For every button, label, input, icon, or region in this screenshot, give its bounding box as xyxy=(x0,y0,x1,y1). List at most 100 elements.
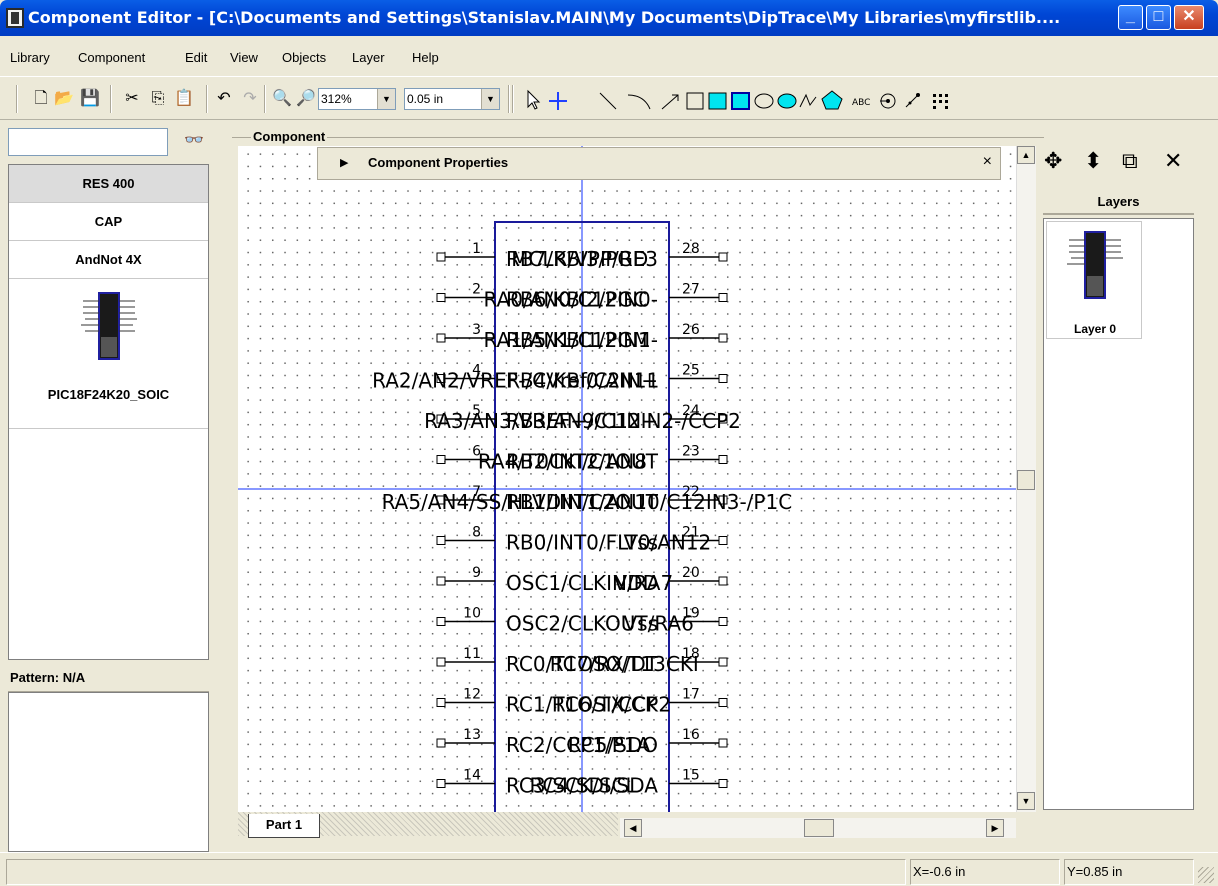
expand-triangle-icon[interactable]: ▶ xyxy=(340,156,348,169)
pin-right-26[interactable]: 26 RA1/AN1/C12IN1- xyxy=(483,322,728,352)
pin-end-marker xyxy=(718,455,728,464)
horizontal-scrollbar[interactable]: ◀ ▶ xyxy=(620,818,1016,838)
menu-component[interactable]: Component xyxy=(78,50,145,65)
scroll-thumb[interactable] xyxy=(1017,470,1035,490)
pin-left-8[interactable]: 8 RB0/INT0/FLT0/AN12 xyxy=(436,525,711,555)
component-properties-bar[interactable]: ▶ Component Properties × xyxy=(317,147,1001,180)
rectangle-icon[interactable] xyxy=(686,92,704,110)
chip-preview-icon xyxy=(81,292,137,360)
pin-right-27[interactable]: 27 RA0/AN0/C12IN0- xyxy=(483,282,728,312)
open-icon[interactable]: 📂 xyxy=(52,87,76,111)
line-icon[interactable] xyxy=(599,92,617,110)
minimize-button[interactable]: _ xyxy=(1118,5,1143,30)
window-title: Component Editor - [C:\Documents and Set… xyxy=(28,8,1061,27)
layer-item[interactable]: Layer 0 xyxy=(1046,221,1142,339)
menu-bar: Library Component Edit View Objects Laye… xyxy=(0,36,1218,76)
menu-layer[interactable]: Layer xyxy=(352,50,385,65)
select-pointer-icon[interactable] xyxy=(527,89,541,110)
undo-icon[interactable]: ↶ xyxy=(212,87,236,111)
component-item-preview[interactable]: PIC18F24K20_SOIC xyxy=(9,279,208,429)
scroll-right-icon[interactable]: ▶ xyxy=(986,819,1004,837)
pin-icon[interactable] xyxy=(880,93,896,109)
pin-right-15[interactable]: 15 RC4/SDI/SDA xyxy=(530,768,728,798)
redo-icon[interactable]: ↷ xyxy=(238,87,262,111)
menu-help[interactable]: Help xyxy=(412,50,439,65)
pin-right-18[interactable]: 18 RC7/RX/DT xyxy=(550,646,728,676)
binoculars-search-icon[interactable]: 👓 xyxy=(184,130,204,150)
maximize-button[interactable]: □ xyxy=(1146,5,1171,30)
design-canvas[interactable]: 1 RB7/KBI3/PGD 2 RB6/KBI2/PGC 3 RB5/KBI1/PGM 4… xyxy=(238,146,1016,812)
pin-number: 1 xyxy=(472,241,481,257)
zoom-select[interactable]: 312% ▼ xyxy=(318,88,396,110)
pin-end-marker xyxy=(718,374,728,383)
polyline-icon[interactable] xyxy=(799,93,817,108)
scroll-up-icon[interactable]: ▲ xyxy=(1017,146,1035,164)
scroll-thumb[interactable] xyxy=(804,819,834,837)
scroll-down-icon[interactable]: ▼ xyxy=(1017,792,1035,810)
pin-end-marker xyxy=(718,617,728,626)
pin-number: 25 xyxy=(682,363,700,379)
pin-number: 3 xyxy=(472,322,481,338)
pin-number: 22 xyxy=(682,484,700,500)
pin-right-17[interactable]: 17 RC6/TX/CK xyxy=(552,687,728,717)
copy-icon[interactable]: ⎘ xyxy=(146,87,170,111)
pin-array-icon[interactable] xyxy=(933,94,948,109)
pin-label: VDD xyxy=(614,571,658,595)
pin-label: RA2/AN2/VREF-/CVref/C2IN+ xyxy=(372,369,658,393)
paste-icon[interactable]: 📋 xyxy=(172,87,196,111)
close-button[interactable]: ✕ xyxy=(1174,5,1204,30)
pin-right-23[interactable]: 23 RA4/T0CKI/C1OUT xyxy=(478,444,728,474)
menu-edit[interactable]: Edit xyxy=(185,50,207,65)
pin-right-28[interactable]: 28 MCLR/VPP/RE3 xyxy=(511,241,728,271)
zoom-in-icon[interactable]: 🔍 xyxy=(270,87,294,111)
tab-part-1[interactable]: Part 1 xyxy=(248,814,320,838)
component-item[interactable]: RES 400 xyxy=(9,165,208,203)
add-pins-icon[interactable] xyxy=(905,93,920,108)
text-tool-icon[interactable]: ABC xyxy=(852,98,870,108)
component-search-input[interactable] xyxy=(8,128,168,156)
close-icon[interactable]: × xyxy=(983,153,992,171)
pin-label: RC5/SDO xyxy=(568,733,658,757)
component-item[interactable]: CAP xyxy=(9,203,208,241)
cut-icon[interactable]: ✂ xyxy=(120,87,144,111)
crosshair-icon[interactable] xyxy=(549,92,567,110)
delete-layer-icon[interactable]: ✕ xyxy=(1164,148,1182,174)
chevron-down-icon[interactable]: ▼ xyxy=(377,89,395,109)
pin-end-marker xyxy=(718,293,728,302)
filled-rectangle-border-icon[interactable] xyxy=(731,92,750,110)
arc-icon[interactable] xyxy=(627,94,651,110)
zoom-out-icon[interactable]: 🔎 xyxy=(294,87,318,111)
pin-right-25[interactable]: 25 RA2/AN2/VREF-/CVref/C2IN+ xyxy=(372,363,728,393)
grid-select[interactable]: 0.05 in ▼ xyxy=(404,88,500,110)
pin-number: 2 xyxy=(472,282,481,298)
resize-grip-icon[interactable] xyxy=(1198,867,1214,883)
new-icon[interactable]: 🗋 xyxy=(30,87,52,111)
pin-right-16[interactable]: 16 RC5/SDO xyxy=(568,727,728,757)
filled-rectangle-icon[interactable] xyxy=(708,92,727,110)
pin-end-marker xyxy=(718,779,728,788)
arrow-icon[interactable] xyxy=(661,94,679,110)
filled-ellipse-icon[interactable] xyxy=(777,93,797,109)
properties-icon[interactable]: ⧉ xyxy=(1122,148,1138,174)
zoom-value: 312% xyxy=(321,92,352,106)
move-icon[interactable]: ✥ xyxy=(1044,148,1062,174)
polygon-icon[interactable] xyxy=(821,90,843,110)
scroll-left-icon[interactable]: ◀ xyxy=(624,819,642,837)
vertical-scrollbar[interactable]: ▲ ▼ xyxy=(1016,146,1036,812)
menu-objects[interactable]: Objects xyxy=(282,50,326,65)
save-icon[interactable]: 💾 xyxy=(78,87,102,111)
menu-view[interactable]: View xyxy=(230,50,258,65)
component-list: RES 400 CAP AndNot 4X PIC18F24K20_SOIC xyxy=(8,164,209,660)
pin-label: RB0/INT0/FLT0/AN12 xyxy=(506,531,711,555)
pin-label: RC6/TX/CK xyxy=(552,693,659,717)
pin-end-marker xyxy=(436,252,446,262)
component-properties-title: Component Properties xyxy=(368,155,509,170)
pin-number: 23 xyxy=(682,444,700,460)
chevron-down-icon[interactable]: ▼ xyxy=(481,89,499,109)
ellipse-icon[interactable] xyxy=(754,93,774,109)
menu-library[interactable]: Library xyxy=(10,50,50,65)
drawing-tools: ABC xyxy=(527,89,948,110)
toolbar-separator xyxy=(206,85,208,113)
component-item[interactable]: AndNot 4X xyxy=(9,241,208,279)
move-up-down-icon[interactable]: ⬍ xyxy=(1084,148,1102,174)
